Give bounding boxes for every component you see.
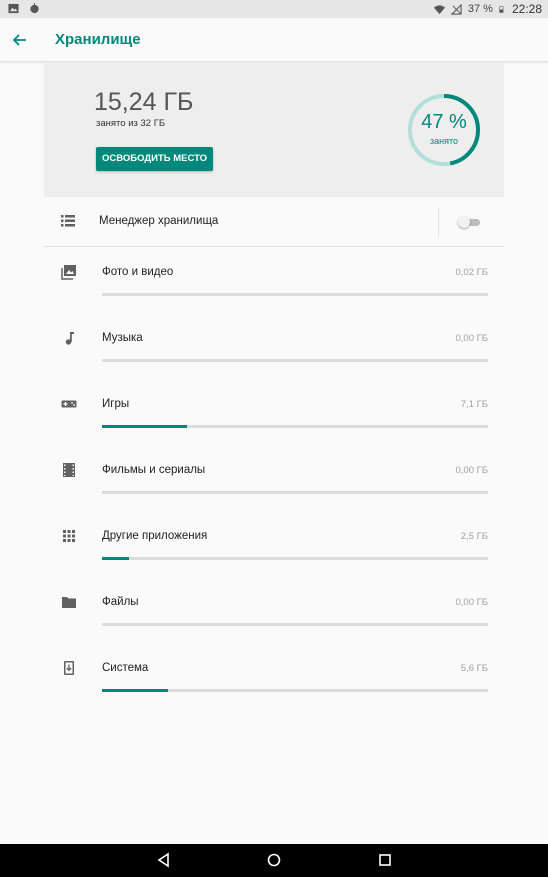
app-bar: Хранилище (0, 18, 548, 62)
category-label: Фильмы и сериалы (102, 464, 206, 476)
category-label: Фото и видео (102, 266, 174, 278)
photo-icon (61, 265, 76, 280)
category-usage-bar (102, 425, 488, 428)
category-size: 0,00 ГБ (455, 597, 488, 608)
battery-text: 37 % (467, 3, 493, 15)
category-games[interactable]: Игры 7,1 ГБ (44, 382, 504, 448)
category-usage-bar (102, 623, 488, 626)
category-size: 2,5 ГБ (460, 531, 488, 542)
android-icon (30, 3, 39, 14)
category-photos-videos[interactable]: Фото и видео 0,02 ГБ (44, 250, 504, 316)
category-label: Файлы (102, 596, 139, 608)
image-icon (8, 3, 19, 14)
storage-manager-row[interactable]: Менеджер хранилища (44, 198, 504, 247)
navigation-bar (0, 844, 548, 877)
used-of-total: занято из 32 ГБ (96, 118, 166, 129)
storage-manager-label: Менеджер хранилища (99, 215, 219, 227)
gamepad-icon (61, 400, 77, 408)
category-size: 5,6 ГБ (460, 663, 488, 674)
list-icon (61, 215, 75, 227)
category-usage-bar (102, 359, 488, 362)
usage-percent: 47 % (421, 111, 467, 133)
divider (438, 208, 439, 236)
system-update-icon (64, 661, 74, 675)
category-usage-bar (102, 689, 488, 692)
free-up-space-button[interactable]: ОСВОБОДИТЬ МЕСТО (96, 147, 214, 171)
category-size: 7,1 ГБ (460, 399, 488, 410)
category-other-apps[interactable]: Другие приложения 2,5 ГБ (44, 514, 504, 580)
no-signal-icon (450, 3, 462, 15)
status-bar: 37 % 22:28 (0, 0, 548, 18)
music-note-icon (65, 332, 74, 345)
apps-grid-icon (63, 530, 75, 542)
storage-summary-card: 15,24 ГБ занято из 32 ГБ ОСВОБОДИТЬ МЕСТ… (44, 62, 504, 197)
recents-square-icon[interactable] (377, 852, 393, 868)
category-system[interactable]: Система 5,6 ГБ (44, 646, 504, 712)
category-music[interactable]: Музыка 0,00 ГБ (44, 316, 504, 382)
storage-manager-toggle[interactable] (458, 215, 480, 229)
category-movies-tv[interactable]: Фильмы и сериалы 0,00 ГБ (44, 448, 504, 514)
category-size: 0,00 ГБ (455, 333, 488, 344)
category-size: 0,00 ГБ (455, 465, 488, 476)
category-usage-bar (102, 293, 488, 296)
clock: 22:28 (511, 2, 542, 16)
page-title: Хранилище (55, 31, 141, 48)
folder-icon (62, 597, 76, 608)
used-space: 15,24 ГБ (94, 88, 194, 116)
category-usage-bar (102, 491, 488, 494)
category-size: 0,02 ГБ (455, 267, 488, 278)
usage-percent-label: занято (429, 136, 458, 146)
home-circle-icon[interactable] (266, 852, 282, 868)
category-label: Игры (102, 398, 130, 410)
category-label: Другие приложения (102, 530, 208, 542)
battery-icon (499, 5, 504, 13)
category-label: Система (102, 662, 149, 674)
wifi-icon (433, 4, 445, 14)
category-usage-bar (102, 557, 488, 560)
category-label: Музыка (102, 332, 143, 344)
movie-icon (63, 463, 75, 477)
arrow-back-icon[interactable] (10, 30, 30, 50)
category-files[interactable]: Файлы 0,00 ГБ (44, 580, 504, 646)
back-triangle-icon[interactable] (156, 852, 172, 868)
